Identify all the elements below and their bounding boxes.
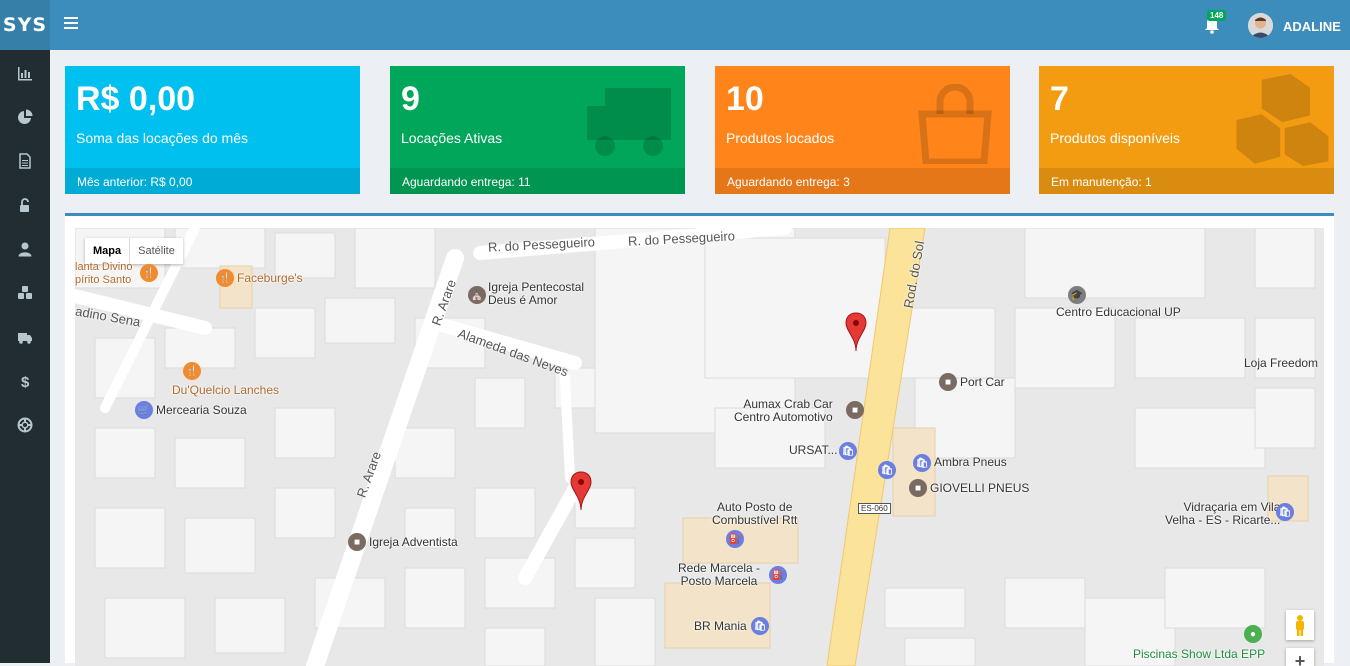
place-label: Loja Freedom: [1244, 356, 1319, 370]
park-icon[interactable]: ●: [1244, 625, 1262, 643]
card-footer: Aguardando entrega: 11: [390, 168, 685, 194]
map-panel: Mapa Satélite R. do Pessegueiro R. do Pe…: [65, 213, 1334, 666]
unlock-icon: [20, 198, 29, 212]
svg-text:$: $: [21, 374, 30, 389]
church-icon[interactable]: ■: [348, 533, 366, 551]
sidebar-item-support[interactable]: [0, 403, 50, 447]
card-label: Locações Ativas: [401, 130, 503, 146]
top-navbar: 148 ADALINE: [50, 0, 1350, 50]
place-label: Igreja Adventista: [369, 535, 458, 549]
business-icon[interactable]: ■: [939, 373, 957, 391]
card-available-products: 7 Produtos disponíveis Em manutenção: 1: [1039, 66, 1334, 194]
document-icon: [19, 153, 31, 169]
sidebar-item-products[interactable]: [0, 271, 50, 315]
location-pin-icon[interactable]: [570, 471, 592, 511]
sidebar-item-users[interactable]: [0, 227, 50, 271]
place-label: Igreja Pentecostal Deus é Amor: [488, 280, 585, 307]
card-label: Produtos disponíveis: [1050, 130, 1180, 146]
place-label: Du'Quelcio Lanches: [172, 383, 280, 397]
place-label: URSAT...: [789, 443, 838, 457]
shopping-bag-icon[interactable]: 🛍: [839, 442, 857, 460]
truck-icon: [18, 333, 32, 344]
shopping-bag-icon[interactable]: 🛍: [1276, 503, 1294, 521]
sidebar: SYS $: [0, 0, 50, 663]
place-label: Ambra Pneus: [934, 455, 1007, 469]
map-type-satellite-button[interactable]: Satélite: [129, 238, 183, 264]
user-icon: [18, 242, 32, 257]
place-label: lanta Divino pírito Santo: [75, 261, 133, 286]
card-active-rentals: 9 Locações Ativas Aguardando entrega: 11: [390, 66, 685, 194]
user-name[interactable]: ADALINE: [1283, 19, 1341, 34]
place-label: Piscinas Show Ltda EPP: [1133, 647, 1266, 661]
restaurant-icon[interactable]: 🍴: [216, 269, 234, 287]
card-monthly-sum: R$ 0,00 Soma das locações do mês Mês ant…: [65, 66, 360, 194]
street-view-pegman-icon[interactable]: [1286, 610, 1314, 640]
sidebar-item-dashboard[interactable]: [0, 51, 50, 95]
cubes-icon: [18, 286, 32, 299]
shop-icon[interactable]: 🛒: [135, 401, 153, 419]
sidebar-item-reports[interactable]: [0, 95, 50, 139]
highway-shield: ES-060: [858, 503, 891, 514]
gas-station-icon[interactable]: ⛽: [726, 530, 744, 548]
place-label: Port Car: [960, 375, 1005, 389]
shopping-bag-icon[interactable]: 🛍: [878, 461, 896, 479]
shopping-bag-icon[interactable]: 🛍: [913, 454, 931, 472]
card-value: R$ 0,00: [76, 80, 196, 118]
restaurant-icon[interactable]: 🍴: [183, 362, 201, 380]
avatar[interactable]: [1248, 13, 1273, 38]
card-value: 10: [726, 80, 764, 118]
place-label: Vidraçaria em Vila Velha - ES - Ricarte.…: [1165, 500, 1281, 527]
pie-chart-icon: [18, 109, 33, 124]
location-pin-icon[interactable]: [845, 312, 867, 352]
menu-toggle-icon[interactable]: [64, 17, 78, 31]
bar-chart-icon: [18, 67, 32, 81]
sidebar-item-deliveries[interactable]: [0, 315, 50, 359]
place-label: Rede Marcela - Posto Marcela: [678, 561, 761, 588]
card-value: 9: [401, 80, 420, 118]
lifebuoy-icon: [17, 417, 33, 433]
place-label: BR Mania: [694, 619, 747, 633]
restaurant-icon[interactable]: 🍴: [140, 264, 158, 282]
cubes-icon: [1236, 74, 1329, 166]
place-label: Mercearia Souza: [156, 403, 247, 417]
place-label: Faceburge's: [237, 271, 303, 285]
gas-station-icon[interactable]: ⛽: [769, 566, 787, 584]
card-footer: Mês anterior: R$ 0,00: [65, 168, 360, 194]
sidebar-item-documents[interactable]: [0, 139, 50, 183]
map-background: [75, 228, 1324, 666]
shopping-bag-icon: [918, 84, 992, 164]
card-value: 7: [1050, 80, 1069, 118]
map[interactable]: Mapa Satélite R. do Pessegueiro R. do Pe…: [75, 228, 1324, 666]
sidebar-item-access[interactable]: [0, 183, 50, 227]
card-footer: Em manutenção: 1: [1039, 168, 1334, 194]
business-icon[interactable]: ■: [909, 479, 927, 497]
church-icon[interactable]: ⛪: [468, 286, 486, 304]
shopping-bag-icon[interactable]: 🛍: [751, 617, 769, 635]
app-logo[interactable]: SYS: [0, 0, 50, 50]
notification-badge: 148: [1207, 10, 1227, 21]
place-label: Centro Educacional UP: [1056, 305, 1181, 319]
sidebar-item-finance[interactable]: $: [0, 359, 50, 403]
school-icon[interactable]: 🎓: [1068, 286, 1086, 304]
dollar-icon: $: [21, 374, 30, 389]
card-rented-products: 10 Produtos locados Aguardando entrega: …: [715, 66, 1010, 194]
card-label: Produtos locados: [726, 130, 835, 146]
card-label: Soma das locações do mês: [76, 130, 248, 146]
business-icon[interactable]: ■: [846, 401, 864, 419]
zoom-in-button[interactable]: +: [1286, 648, 1314, 666]
place-label: Aumax Crab Car Centro Automotivo: [734, 397, 833, 424]
card-footer: Aguardando entrega: 3: [715, 168, 1010, 194]
truck-icon: [587, 88, 671, 156]
place-label: GIOVELLI PNEUS: [930, 481, 1030, 495]
place-label: Auto Posto de Combustível Rtt: [712, 500, 798, 527]
